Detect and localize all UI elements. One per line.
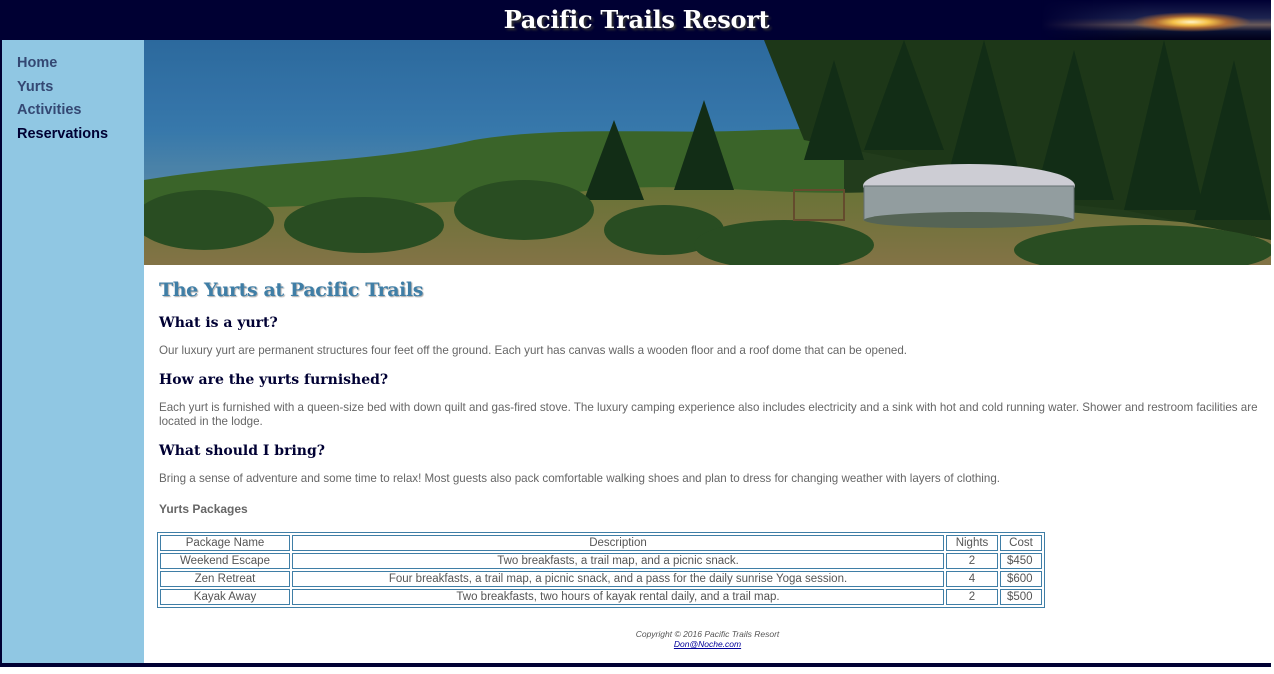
hero-image bbox=[144, 40, 1271, 265]
description-cell: Four breakfasts, a trail map, a picnic s… bbox=[292, 571, 944, 587]
nights-cell: 4 bbox=[946, 571, 998, 587]
column-header: Description bbox=[292, 535, 944, 551]
site-header: Pacific Trails Resort bbox=[2, 0, 1271, 40]
page-heading: The Yurts at Pacific Trails bbox=[159, 279, 424, 301]
description-cell: Two breakfasts, two hours of kayak renta… bbox=[292, 589, 944, 605]
table-row: Kayak Away Two breakfasts, two hours of … bbox=[160, 589, 1042, 605]
faq-answer: Each yurt is furnished with a queen-size… bbox=[159, 401, 1258, 428]
column-header: Nights bbox=[946, 535, 998, 551]
description-cell: Two breakfasts, a trail map, and a picni… bbox=[292, 553, 944, 569]
nav-link-reservations[interactable]: Reservations bbox=[17, 125, 144, 149]
email-link[interactable]: Don@Noche.com bbox=[674, 639, 741, 649]
nights-cell: 2 bbox=[946, 589, 998, 605]
package-name-cell: Kayak Away bbox=[160, 589, 290, 605]
packages-caption: Yurts Packages bbox=[159, 502, 248, 516]
faq-question: What is a yurt? bbox=[159, 315, 278, 331]
faq-question: How are the yurts furnished? bbox=[159, 372, 389, 388]
site-title: Pacific Trails Resort bbox=[503, 5, 770, 34]
content-area: The Yurts at Pacific Trails What is a yu… bbox=[157, 265, 1259, 608]
faq-answer: Our luxury yurt are permanent structures… bbox=[159, 344, 908, 357]
column-header: Cost bbox=[1000, 535, 1042, 551]
main-content: The Yurts at Pacific Trails What is a yu… bbox=[144, 40, 1271, 663]
column-header: Package Name bbox=[160, 535, 290, 551]
table-row: Weekend Escape Two breakfasts, a trail m… bbox=[160, 553, 1042, 569]
cost-cell: $500 bbox=[1000, 589, 1042, 605]
table-header-row: Package Name Description Nights Cost bbox=[160, 535, 1042, 551]
main-nav: Home Yurts Activities Reservations bbox=[2, 40, 144, 148]
cost-cell: $450 bbox=[1000, 553, 1042, 569]
copyright-text: Copyright © 2016 Pacific Trails Resort bbox=[635, 629, 780, 639]
page-wrapper: Pacific Trails Resort Home Yurts Activit… bbox=[0, 0, 1271, 667]
cost-cell: $600 bbox=[1000, 571, 1042, 587]
nav-link-home[interactable]: Home bbox=[17, 54, 144, 78]
yurt-landscape-image bbox=[144, 40, 1271, 265]
faq-answer: Bring a sense of adventure and some time… bbox=[159, 472, 1000, 485]
packages-table: Package Name Description Nights Cost Wee… bbox=[157, 532, 1045, 608]
package-name-cell: Weekend Escape bbox=[160, 553, 290, 569]
nav-link-activities[interactable]: Activities bbox=[17, 101, 144, 125]
table-row: Zen Retreat Four breakfasts, a trail map… bbox=[160, 571, 1042, 587]
site-footer: Copyright © 2016 Pacific Trails Resort D… bbox=[144, 629, 1271, 649]
nav-link-yurts[interactable]: Yurts bbox=[17, 78, 144, 102]
package-name-cell: Zen Retreat bbox=[160, 571, 290, 587]
nights-cell: 2 bbox=[946, 553, 998, 569]
faq-question: What should I bring? bbox=[159, 443, 325, 459]
